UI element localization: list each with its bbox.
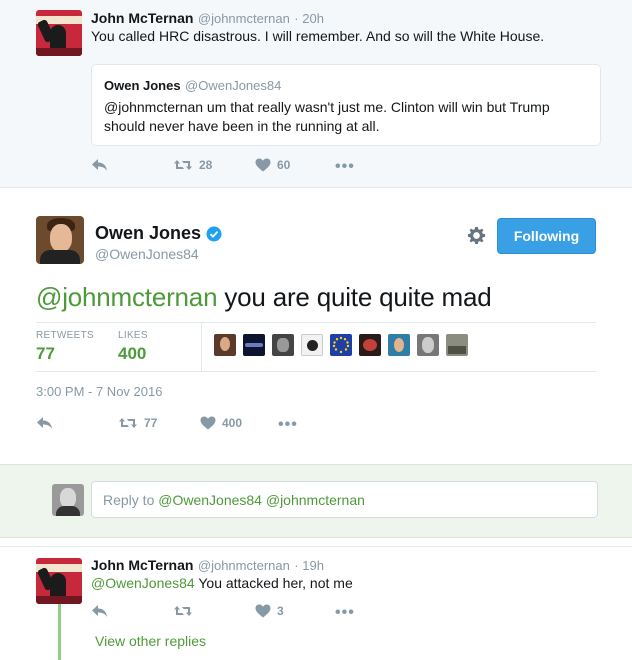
quoted-text-line: should never have been in the running at… <box>104 118 380 134</box>
avatar <box>52 484 84 516</box>
tweet-actions: 77 400 ••• <box>36 416 336 434</box>
like-button[interactable]: 3 <box>255 604 284 618</box>
gear-icon <box>467 226 486 245</box>
more-icon: ••• <box>335 604 355 621</box>
author-handle[interactable]: @OwenJones84 <box>95 246 199 262</box>
mention-link[interactable]: @OwenJones84 <box>91 575 195 591</box>
author-name[interactable]: John McTernan <box>91 557 193 573</box>
settings-button[interactable] <box>467 226 486 250</box>
tweet-time[interactable]: · 19h <box>294 558 324 573</box>
heart-icon <box>255 158 271 172</box>
author-name[interactable]: John McTernan <box>91 10 193 26</box>
heart-icon <box>255 604 271 618</box>
liker-avatar[interactable] <box>301 334 323 356</box>
liker-avatar[interactable] <box>272 334 294 356</box>
author-handle[interactable]: @johnmcternan <box>198 11 290 26</box>
likes-label: LIKES <box>118 330 148 341</box>
tweet-actions: 3 ••• <box>91 604 371 622</box>
retweet-icon <box>119 418 137 428</box>
likes-value: 400 <box>118 344 147 363</box>
quoted-author-name: Owen Jones <box>104 78 181 93</box>
liker-avatar[interactable] <box>446 334 468 356</box>
thread-line <box>58 604 61 660</box>
author-handle[interactable]: @johnmcternan <box>198 558 290 573</box>
reply-button[interactable] <box>91 158 108 172</box>
quoted-author-handle: @OwenJones84 <box>185 78 282 93</box>
reply-placeholder-prefix: Reply to <box>103 492 159 508</box>
main-tweet-text: @johnmcternan you are quite quite mad <box>36 282 492 312</box>
reply-input[interactable]: Reply to @OwenJones84 @johnmcternan <box>91 481 598 518</box>
liker-avatar[interactable] <box>417 334 439 356</box>
avatar[interactable] <box>36 216 84 264</box>
more-icon: ••• <box>278 416 298 433</box>
retweet-button[interactable] <box>173 604 193 618</box>
quoted-text: @johnmcternan um that really wasn't just… <box>104 98 594 136</box>
view-other-replies-link[interactable]: View other replies <box>95 633 206 649</box>
likes-stat[interactable]: LIKES 400 <box>118 330 148 364</box>
eu-flag-icon <box>332 336 350 354</box>
more-button[interactable]: ••• <box>278 416 298 434</box>
liker-avatar[interactable] <box>330 334 352 356</box>
conversation-tweet[interactable]: John McTernan @johnmcternan · 20h You ca… <box>0 0 632 188</box>
tweet-time[interactable]: · 20h <box>294 11 324 26</box>
like-count: 60 <box>277 158 291 172</box>
retweet-icon <box>174 606 192 616</box>
reply-button[interactable] <box>36 416 53 430</box>
main-author-row[interactable]: Owen Jones <box>95 223 222 244</box>
reply-placeholder-mentions: @OwenJones84 @johnmcternan <box>158 492 365 508</box>
author-name[interactable]: Owen Jones <box>95 223 201 244</box>
verified-badge-icon <box>206 226 222 241</box>
liker-avatar[interactable] <box>388 334 410 356</box>
reply-icon <box>92 605 107 617</box>
reply-button[interactable] <box>91 604 108 618</box>
tweet-timestamp[interactable]: 3:00 PM - 7 Nov 2016 <box>36 384 162 399</box>
tweet-body: You attacked her, not me <box>194 575 353 591</box>
tweet-text: you are quite quite mad <box>217 282 492 312</box>
tweet-header: John McTernan @johnmcternan · 19h <box>91 557 324 575</box>
more-button[interactable]: ••• <box>335 604 355 622</box>
avatar[interactable] <box>36 558 82 604</box>
liker-avatar[interactable] <box>214 334 236 356</box>
quoted-header: Owen Jones @OwenJones84 <box>104 77 281 95</box>
like-count: 3 <box>277 604 284 618</box>
tweet-text: You called HRC disastrous. I will rememb… <box>91 28 545 44</box>
reply-icon <box>37 417 52 429</box>
more-button[interactable]: ••• <box>335 158 355 176</box>
like-button[interactable]: 60 <box>255 158 290 172</box>
retweet-button[interactable]: 77 <box>118 416 157 430</box>
like-button[interactable]: 400 <box>200 416 242 430</box>
tweet-header: John McTernan @johnmcternan · 20h <box>91 10 324 28</box>
retweet-count: 28 <box>199 158 213 172</box>
retweets-stat[interactable]: RETWEETS 77 <box>36 330 94 364</box>
stats-divider <box>201 323 202 371</box>
retweet-button[interactable]: 28 <box>173 158 212 172</box>
following-button[interactable]: Following <box>497 218 596 254</box>
tweet-text: @OwenJones84 You attacked her, not me <box>91 574 353 593</box>
quoted-text-line: @johnmcternan um that really wasn't just… <box>104 99 550 115</box>
quoted-tweet[interactable]: Owen Jones @OwenJones84 @johnmcternan um… <box>91 64 601 146</box>
reply-icon <box>92 159 107 171</box>
retweets-value: 77 <box>36 344 55 363</box>
liker-avatar[interactable] <box>359 334 381 356</box>
tweet-actions: 28 60 ••• <box>91 158 371 176</box>
heart-icon <box>200 416 216 430</box>
like-count: 400 <box>222 416 243 430</box>
more-icon: ••• <box>335 158 355 175</box>
liker-avatar[interactable] <box>243 334 265 356</box>
retweet-icon <box>174 160 192 170</box>
retweet-count: 77 <box>144 416 158 430</box>
mention-link[interactable]: @johnmcternan <box>36 282 218 312</box>
retweets-label: RETWEETS <box>36 330 94 341</box>
avatar[interactable] <box>36 10 82 56</box>
